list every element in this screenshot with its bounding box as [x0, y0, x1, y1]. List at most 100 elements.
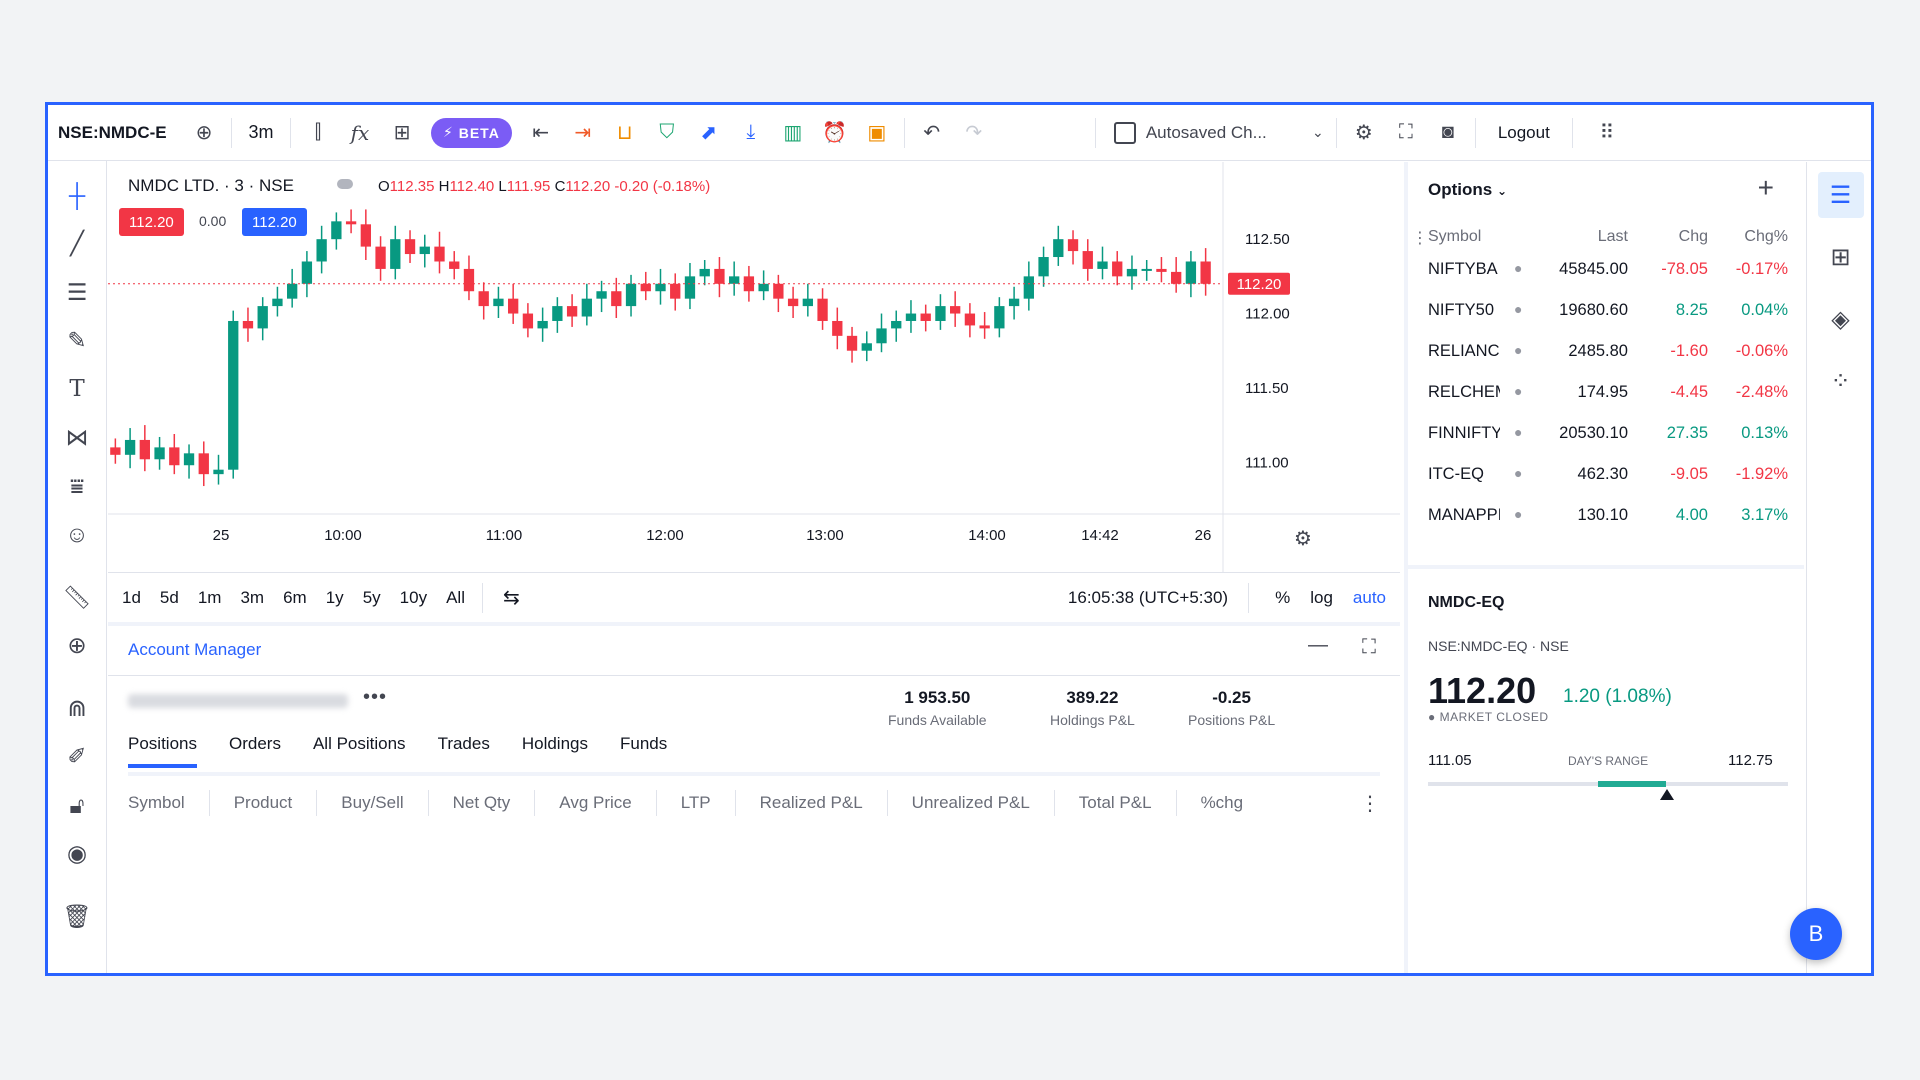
watchlist-title[interactable]: Options ⌄	[1428, 180, 1507, 200]
drag-handle-icon[interactable]: ⋮	[1412, 228, 1428, 248]
tab-positions[interactable]: Positions	[128, 734, 197, 768]
lock-icon[interactable]: 🔓︎	[55, 783, 99, 827]
column-symbol[interactable]: Symbol	[128, 790, 210, 816]
chart-legend-title[interactable]: NMDC LTD. · 3 · NSE	[128, 176, 294, 196]
import-icon[interactable]: ⇤	[520, 105, 562, 160]
column-avg-price[interactable]: Avg Price	[559, 790, 657, 816]
column-unrealized-pl[interactable]: Unrealized P&L	[912, 790, 1055, 816]
lock-drawing-icon[interactable]: ✐	[55, 735, 99, 779]
templates-icon[interactable]: ⊞	[381, 105, 423, 160]
chevron-down-icon[interactable]: ⌄	[1306, 105, 1330, 160]
range-1y[interactable]: 1y	[326, 588, 344, 608]
chart-pane[interactable]: 112.20 112.50 112.00 111.50 111.00 25 10:00 11:…	[108, 162, 1400, 572]
widgets-icon[interactable]: ⁘	[1818, 358, 1864, 404]
range-6m[interactable]: 6m	[283, 588, 307, 608]
bar-chart-icon[interactable]: ▥	[772, 105, 814, 160]
watchlist-row[interactable]: FINNIFTY ● 20530.10 27.35 0.13%	[1408, 424, 1804, 464]
column-ltp[interactable]: LTP	[681, 790, 736, 816]
pattern-icon[interactable]: ⋈	[55, 416, 99, 460]
crosshair-icon[interactable]: ┼	[55, 173, 99, 217]
eye-icon[interactable]: ◉	[55, 832, 99, 876]
fullscreen-icon[interactable]: ⛶	[1385, 105, 1427, 160]
minimize-icon[interactable]: —	[1308, 634, 1328, 657]
maximize-icon[interactable]: ⛶	[1362, 636, 1376, 659]
range-5y[interactable]: 5y	[363, 588, 381, 608]
range-5d[interactable]: 5d	[160, 588, 179, 608]
layout-name[interactable]: Autosaved Ch...	[1146, 105, 1306, 160]
basket-icon[interactable]: ⊔	[604, 105, 646, 160]
trash-icon[interactable]: 🗑︎	[55, 894, 99, 938]
col-pct[interactable]: Chg%	[1708, 228, 1788, 246]
alert-icon[interactable]: ⏰	[814, 105, 856, 160]
indicators-icon[interactable]: fx	[339, 105, 381, 160]
candle-type-icon[interactable]: ⫿	[297, 105, 339, 160]
watchlist-row[interactable]: MANAPPI ● 130.10 4.00 3.17%	[1408, 506, 1804, 546]
column-realized-pl[interactable]: Realized P&L	[760, 790, 888, 816]
user-avatar-bubble[interactable]: B	[1790, 908, 1842, 960]
redo-icon[interactable]: ↷	[953, 105, 995, 160]
fib-retracement-icon[interactable]: ☰	[55, 270, 99, 314]
account-manager-title[interactable]: Account Manager	[128, 640, 261, 660]
apps-grid-icon[interactable]: ⠿	[1579, 105, 1635, 160]
col-last[interactable]: Last	[1538, 228, 1628, 246]
symbol-search[interactable]: NSE:NMDC-E	[48, 105, 183, 160]
money-icon[interactable]: ▣	[856, 105, 898, 160]
tab-holdings[interactable]: Holdings	[522, 734, 588, 768]
trend-icon[interactable]: ⬈	[688, 105, 730, 160]
add-symbol-icon[interactable]: ⊕	[183, 105, 225, 160]
tab-orders[interactable]: Orders	[229, 734, 281, 768]
legend-collapse-icon[interactable]	[337, 179, 353, 189]
download-icon[interactable]: ⤓	[730, 105, 772, 160]
range-1m[interactable]: 1m	[198, 588, 222, 608]
text-icon[interactable]: T	[55, 367, 99, 411]
brush-icon[interactable]: ✎	[55, 319, 99, 363]
axis-settings-icon[interactable]: ⚙	[1294, 526, 1312, 550]
layers-icon[interactable]: ◈	[1818, 296, 1864, 342]
sell-button[interactable]: 112.20	[119, 208, 184, 236]
range-3m[interactable]: 3m	[240, 588, 264, 608]
trend-line-icon[interactable]: ╱	[55, 222, 99, 266]
more-options-icon[interactable]: •••	[363, 686, 387, 709]
ruler-icon[interactable]: 📏︎	[55, 575, 99, 619]
snapshot-icon[interactable]: ◙	[1427, 105, 1469, 160]
emoji-icon[interactable]: ☺	[55, 513, 99, 557]
tab-all-positions[interactable]: All Positions	[313, 734, 406, 768]
buy-button[interactable]: 112.20	[242, 208, 307, 236]
col-chg[interactable]: Chg	[1628, 228, 1708, 246]
watchlist-icon[interactable]: ☰	[1817, 172, 1864, 218]
tab-trades[interactable]: Trades	[438, 734, 490, 768]
col-symbol[interactable]: Symbol	[1428, 228, 1500, 246]
watchlist-row[interactable]: NIFTYBA ● 45845.00 -78.05 -0.17%	[1408, 260, 1804, 300]
shield-icon[interactable]: ⛉	[646, 105, 688, 160]
column-net-qty[interactable]: Net Qty	[453, 790, 536, 816]
watchlist-row[interactable]: RELCHEM ● 174.95 -4.45 -2.48%	[1408, 383, 1804, 423]
prediction-icon[interactable]: ⩸	[55, 464, 99, 508]
column-pct-chg[interactable]: %chg	[1201, 790, 1268, 816]
percent-toggle[interactable]: %	[1275, 588, 1290, 608]
beta-button[interactable]: ⚡ BETA	[431, 117, 512, 148]
column-buy-sell[interactable]: Buy/Sell	[341, 790, 429, 816]
clock-label[interactable]: 16:05:38 (UTC+5:30)	[1068, 588, 1228, 608]
interval-selector[interactable]: 3m	[238, 105, 284, 160]
range-1d[interactable]: 1d	[122, 588, 141, 608]
logout-button[interactable]: Logout	[1482, 105, 1566, 160]
add-symbol-icon[interactable]: +	[1758, 172, 1774, 204]
range-all[interactable]: All	[446, 588, 465, 608]
export-icon[interactable]: ⇥	[562, 105, 604, 160]
goto-date-icon[interactable]: ⇆	[503, 585, 520, 610]
settings-icon[interactable]: ⚙	[1343, 105, 1385, 160]
column-menu-icon[interactable]: ⋮	[1360, 791, 1380, 816]
zoom-in-icon[interactable]: ⊕	[55, 624, 99, 668]
range-10y[interactable]: 10y	[400, 588, 427, 608]
log-toggle[interactable]: log	[1310, 588, 1333, 608]
column-total-pl[interactable]: Total P&L	[1079, 790, 1177, 816]
watchlist-row[interactable]: NIFTY50 ● 19680.60 8.25 0.04%	[1408, 301, 1804, 341]
watchlist-row[interactable]: RELIANC ● 2485.80 -1.60 -0.06%	[1408, 342, 1804, 382]
column-product[interactable]: Product	[234, 790, 318, 816]
undo-icon[interactable]: ↶	[911, 105, 953, 160]
magnet-icon[interactable]: ⋒	[55, 686, 99, 730]
watchlist-row[interactable]: ITC-EQ ● 462.30 -9.05 -1.92%	[1408, 465, 1804, 505]
tab-funds[interactable]: Funds	[620, 734, 667, 768]
autosave-checkbox[interactable]	[1113, 121, 1136, 144]
add-watchlist-icon[interactable]: ⊞	[1818, 234, 1864, 280]
